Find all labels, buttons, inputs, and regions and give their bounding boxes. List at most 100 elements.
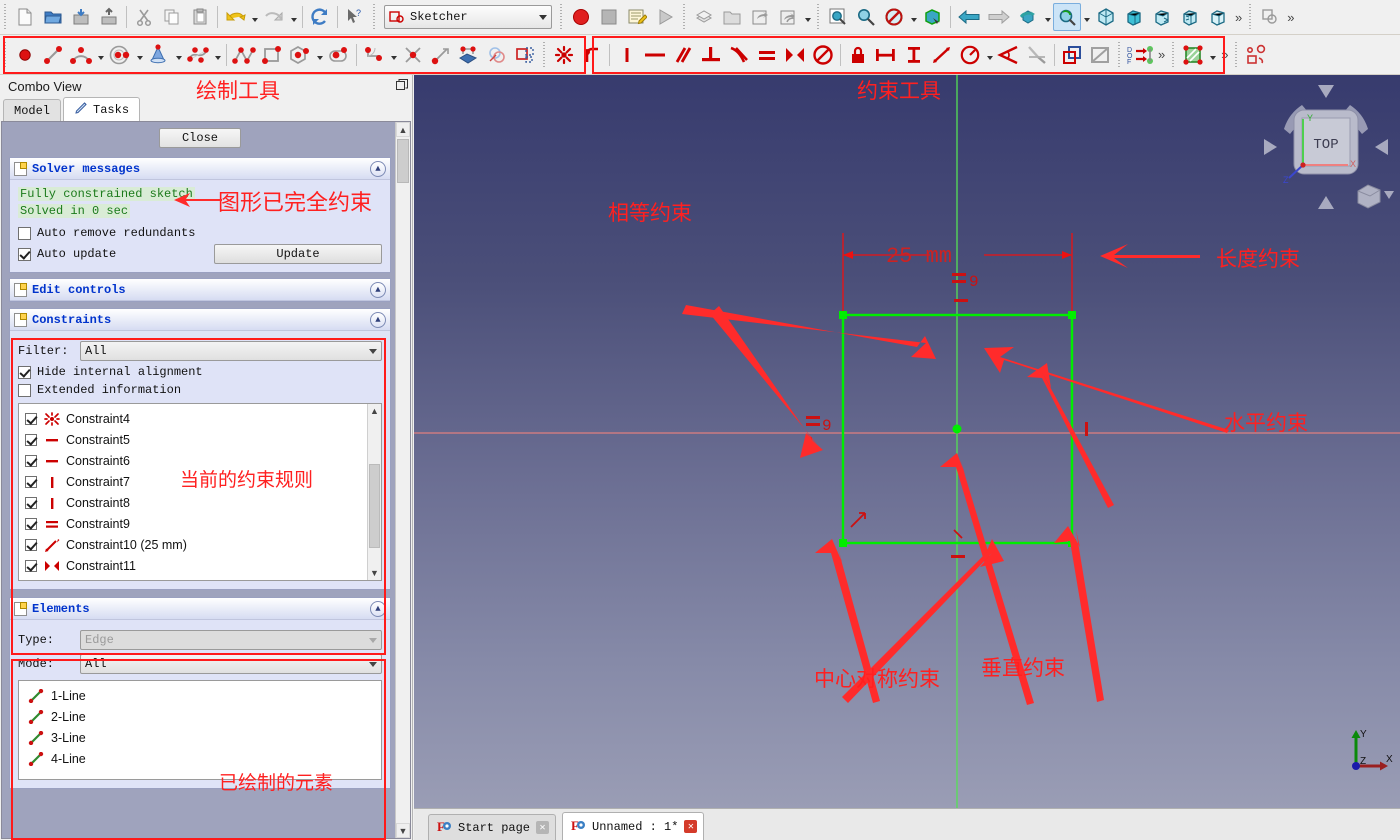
create-slot-button[interactable] [325,41,353,69]
polygon-dropdown-arrow[interactable] [314,41,325,69]
toolbar-drag-handle[interactable] [541,41,548,68]
constrain-radius-button[interactable] [956,41,984,69]
tab-model[interactable]: Model [3,99,62,121]
workbench-selector[interactable]: Sketcher [384,5,552,29]
constrain-distance-button[interactable] [928,41,956,69]
constraint-list-item[interactable]: Constraint11 [19,555,381,576]
arc-dropdown-arrow[interactable] [95,41,106,69]
isometric-view-button[interactable] [1092,3,1120,31]
element-list-item[interactable]: 3-Line [19,727,381,748]
paste-button[interactable] [186,3,214,31]
bound-box-select-button[interactable] [919,3,947,31]
element-list-item[interactable]: 1-Line [19,685,381,706]
toolbar-drag-handle[interactable] [2,41,9,68]
constraints-list-scrollbar[interactable]: ▲ ▼ [367,404,381,580]
new-document-button[interactable] [11,3,39,31]
sketcher-virtual-space-button[interactable] [1242,41,1270,69]
front-view-button[interactable] [1120,3,1148,31]
constraint-list-item[interactable]: Constraint10 (25 mm) [19,534,381,555]
save-as-button[interactable] [95,3,123,31]
dof-toolbar-overflow-button[interactable]: » [1155,47,1168,62]
macros-button[interactable] [623,3,651,31]
create-conic-button[interactable] [145,41,173,69]
constraint-item-checkbox[interactable] [25,559,37,572]
constraint-list-item[interactable]: Constraint5 [19,429,381,450]
constraints-header[interactable]: Constraints ▲ [10,309,390,331]
tasks-panel-scrollbar[interactable]: ▲ ▼ [395,122,410,838]
chevron-up-icon[interactable]: ▲ [370,600,386,617]
constrain-point-on-object-button[interactable] [578,41,606,69]
conic-dropdown-arrow[interactable] [173,41,184,69]
constrain-tangent-button[interactable] [725,41,753,69]
execute-macro-button[interactable] [651,3,679,31]
constrain-block-button[interactable] [809,41,837,69]
toolbar-drag-handle[interactable] [2,4,9,30]
hide-internal-alignment-checkbox[interactable] [18,365,31,379]
right-view-button[interactable] [1176,3,1204,31]
update-button[interactable]: Update [214,244,382,264]
toolbar-drag-handle[interactable] [1170,41,1178,68]
edit-controls-header[interactable]: Edit controls ▲ [10,279,390,301]
scroll-down-button[interactable]: ▼ [396,823,410,838]
elements-list[interactable]: 1-Line 2-Line 3-Line 4-Line [18,680,382,780]
radius-dropdown-arrow[interactable] [984,41,995,69]
toolbar-drag-handle[interactable] [815,4,822,30]
constraint-item-checkbox[interactable] [25,454,37,467]
document-tab[interactable]: F Start page ✕ [428,814,557,840]
hide-internal-alignment-row[interactable]: Hide internal alignment [18,365,382,379]
constraint-list-item[interactable]: Constraint4 [19,408,381,429]
constraint-item-checkbox[interactable] [25,412,37,425]
chevron-up-icon[interactable]: ▲ [368,404,381,418]
scroll-up-button[interactable]: ▲ [396,122,410,137]
constraint-list-item[interactable]: Constraint6 [19,450,381,471]
back-view-button[interactable] [954,3,984,31]
redo-button[interactable] [260,3,288,31]
toolbar-drag-handle[interactable] [558,4,565,30]
view-toolbar-overflow-button[interactable]: » [1232,10,1245,25]
link-dropdown-arrow[interactable] [802,3,813,31]
constraint-list-item[interactable]: Constraint9 [19,513,381,534]
constraint-list-item[interactable]: Constraint7 [19,471,381,492]
axonometric-button[interactable] [1014,3,1042,31]
circle-dropdown-arrow[interactable] [134,41,145,69]
copy-button[interactable] [158,3,186,31]
fillet-dropdown-arrow[interactable] [388,41,399,69]
scrollbar-thumb[interactable] [397,139,409,183]
toolbar-drag-handle[interactable] [681,4,688,30]
create-polyline-button[interactable] [230,41,258,69]
create-point-button[interactable] [11,41,39,69]
macro-record-button[interactable] [567,3,595,31]
constrain-coincident-button[interactable] [550,41,578,69]
constrain-perpendicular-button[interactable] [697,41,725,69]
refresh-button[interactable] [306,3,334,31]
create-part-button[interactable] [690,3,718,31]
external-geometry-button[interactable] [455,41,483,69]
extend-edge-button[interactable] [427,41,455,69]
make-link-button[interactable] [746,3,774,31]
create-circle-button[interactable] [106,41,134,69]
create-bspline-button[interactable] [184,41,212,69]
make-sublink-button[interactable] [774,3,802,31]
visual-toolbar-overflow-button[interactable]: » [1218,47,1231,62]
constrain-equal-button[interactable] [753,41,781,69]
toolbar-drag-handle[interactable] [1233,41,1241,68]
clone-geometry-button[interactable] [483,41,511,69]
create-fillet-button[interactable] [360,41,388,69]
macro-stop-button[interactable] [595,3,623,31]
tab-tasks[interactable]: Tasks [63,97,141,121]
whats-this-button[interactable]: ? [341,3,369,31]
fit-selection-button[interactable] [852,3,880,31]
sketcher-visual-button[interactable] [1179,41,1207,69]
auto-remove-redundants-checkbox[interactable] [18,226,31,240]
close-icon[interactable]: ✕ [684,820,698,833]
bspline-dropdown-arrow[interactable] [212,41,223,69]
constraint-item-checkbox[interactable] [25,538,37,551]
axonometric-dropdown-arrow[interactable] [1042,3,1053,31]
open-document-button[interactable] [39,3,67,31]
constraint-list-item[interactable]: Constraint8 [19,492,381,513]
zoom-dropdown-arrow[interactable] [1081,3,1092,31]
constraint-item-checkbox[interactable] [25,475,37,488]
edit-sketch-button[interactable] [1256,3,1284,31]
toolbar-drag-handle[interactable] [1247,4,1255,30]
constrain-horizontal-button[interactable] [641,41,669,69]
